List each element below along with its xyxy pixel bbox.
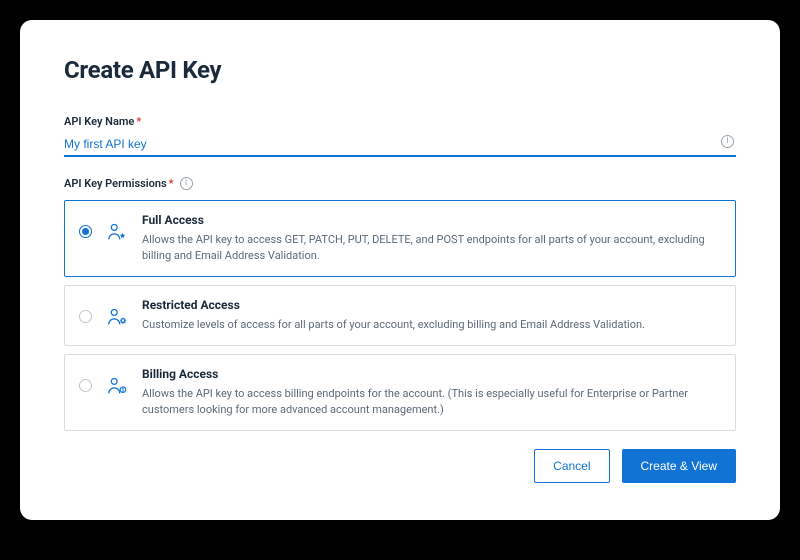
permission-option-full-access[interactable]: Full Access Allows the API key to access… (64, 200, 736, 277)
required-marker: * (169, 177, 174, 190)
option-description: Allows the API key to access billing end… (142, 386, 721, 418)
permissions-label-text: API Key Permissions (64, 177, 167, 190)
permissions-label-row: API Key Permissions* i (64, 177, 736, 190)
api-key-name-label: API Key Name* (64, 115, 141, 128)
permission-option-billing-access[interactable]: $ Billing Access Allows the API key to a… (64, 354, 736, 431)
dialog-footer: Cancel Create & View (64, 449, 736, 483)
option-title: Restricted Access (142, 298, 721, 312)
required-marker: * (136, 115, 141, 128)
permissions-label: API Key Permissions* (64, 177, 174, 190)
permission-option-restricted-access[interactable]: Restricted Access Customize levels of ac… (64, 285, 736, 346)
radio-button[interactable] (79, 379, 92, 392)
option-description: Allows the API key to access GET, PATCH,… (142, 232, 721, 264)
api-key-name-field-group: API Key Name* i (64, 110, 736, 157)
radio-button[interactable] (79, 310, 92, 323)
page-title: Create API Key (64, 56, 736, 84)
option-title: Full Access (142, 213, 721, 227)
api-key-name-input[interactable] (64, 131, 736, 157)
api-key-name-label-text: API Key Name (64, 115, 134, 128)
create-api-key-dialog: Create API Key API Key Name* i API Key P… (20, 20, 780, 520)
user-gear-icon (106, 306, 128, 328)
radio-button[interactable] (79, 225, 92, 238)
option-description: Customize levels of access for all parts… (142, 317, 721, 333)
info-icon[interactable]: i (721, 135, 734, 148)
user-star-icon (106, 221, 128, 243)
create-and-view-button[interactable]: Create & View (622, 449, 736, 483)
permissions-options: Full Access Allows the API key to access… (64, 200, 736, 431)
user-dollar-icon: $ (106, 375, 128, 397)
cancel-button[interactable]: Cancel (534, 449, 609, 483)
option-title: Billing Access (142, 367, 721, 381)
info-icon[interactable]: i (180, 177, 193, 190)
